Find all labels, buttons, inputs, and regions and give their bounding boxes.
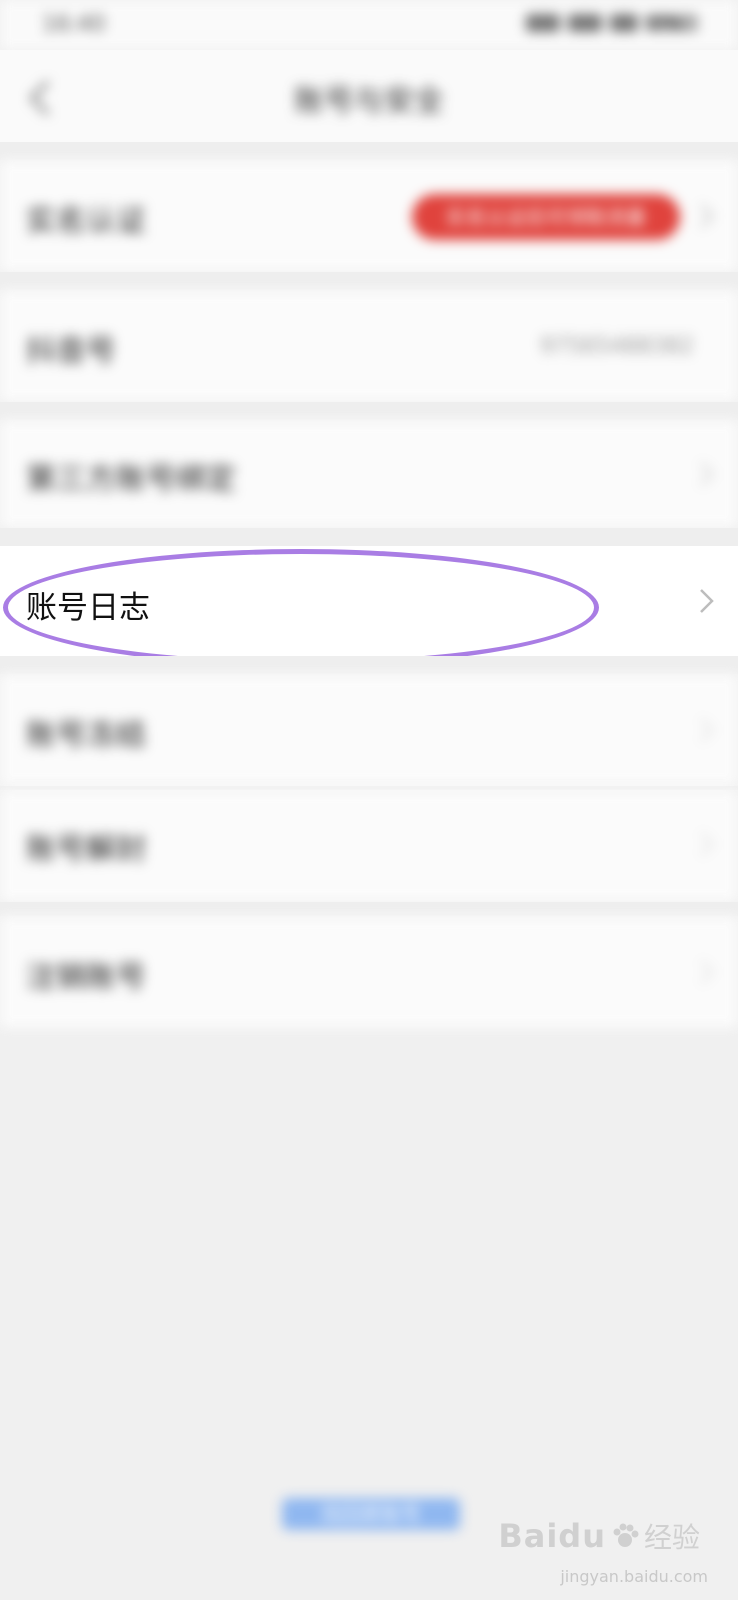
real-name-row[interactable]: 实名认证 实名认证后可领取流量 bbox=[0, 160, 738, 272]
freeze-row[interactable]: 账号冻结 bbox=[0, 674, 738, 786]
paw-icon bbox=[613, 1523, 639, 1547]
wifi-icon bbox=[568, 14, 602, 32]
account-log-row[interactable]: 账号日志 bbox=[0, 546, 738, 656]
chevron-right-icon bbox=[700, 960, 714, 984]
watermark-sub: 经验 bbox=[643, 1521, 700, 1554]
real-name-label: 实名认证 bbox=[26, 204, 146, 239]
watermark-url: jingyan.baidu.com bbox=[560, 1567, 708, 1586]
cancel-account-row[interactable]: 注销账号 bbox=[0, 916, 738, 1028]
status-bar: 16:40 57% bbox=[0, 0, 738, 50]
chevron-right-icon bbox=[700, 204, 714, 228]
real-name-badge[interactable]: 实名认证后可领取流量 bbox=[412, 194, 680, 240]
cancel-account-label: 注销账号 bbox=[26, 960, 146, 995]
status-icons: 57% bbox=[526, 14, 698, 33]
chevron-right-icon bbox=[700, 718, 714, 742]
account-id-row[interactable]: 抖音号 97565488382 bbox=[0, 290, 738, 402]
battery-percent: 57% bbox=[646, 14, 698, 33]
freeze-label: 账号冻结 bbox=[26, 718, 146, 753]
third-party-row[interactable]: 第三方账号绑定 bbox=[0, 420, 738, 528]
unbind-label: 账号解封 bbox=[26, 832, 146, 867]
unbind-row[interactable]: 账号解封 bbox=[0, 790, 738, 902]
watermark-brand: Baidu bbox=[498, 1517, 606, 1555]
signal-icon bbox=[526, 14, 560, 32]
status-time: 16:40 bbox=[42, 12, 106, 37]
chevron-right-icon bbox=[700, 832, 714, 856]
baidu-watermark: Baidu 经验 bbox=[498, 1516, 700, 1556]
recover-account-link[interactable]: 找回原账号 bbox=[282, 1498, 460, 1530]
battery-icon bbox=[610, 14, 638, 32]
chevron-right-icon bbox=[700, 589, 714, 613]
third-party-label: 第三方账号绑定 bbox=[26, 462, 236, 497]
account-id-label: 抖音号 bbox=[26, 334, 116, 369]
nav-bar: 账号与安全 bbox=[0, 50, 738, 142]
chevron-right-icon bbox=[700, 462, 714, 486]
account-log-label: 账号日志 bbox=[26, 590, 150, 626]
page-title: 账号与安全 bbox=[294, 84, 444, 119]
account-id-value: 97565488382 bbox=[540, 334, 694, 359]
